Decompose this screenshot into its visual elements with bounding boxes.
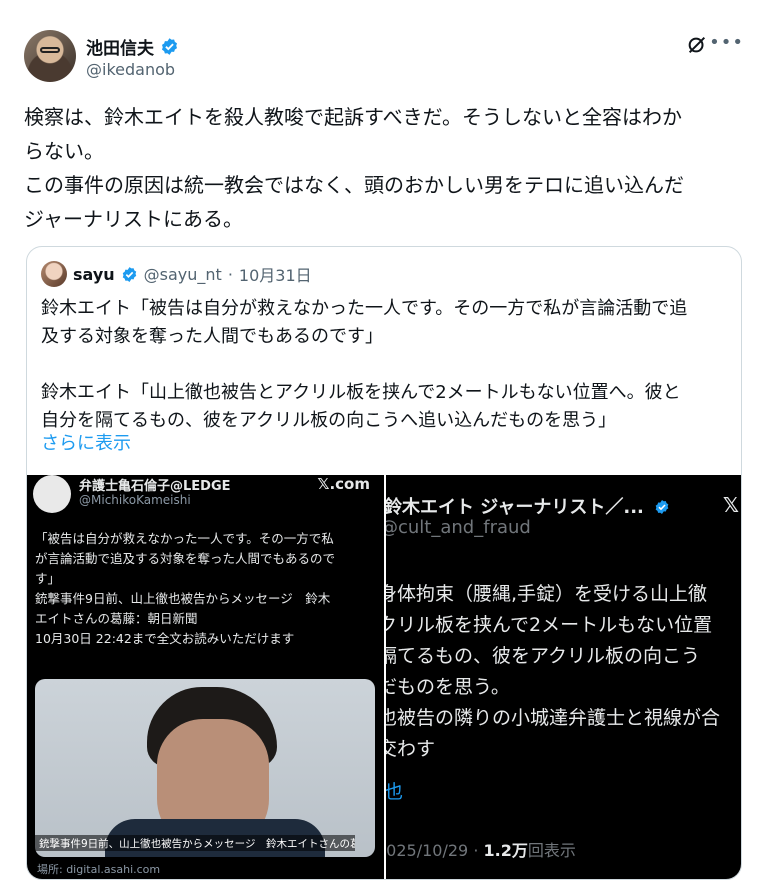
tweet-line: 検察は、鈴木エイトを殺人教唆で起訴すべきだ。そうしないと全容はわか	[24, 105, 682, 129]
embedded-line: 10月30日 22:42まで全文お読みいただけます	[35, 631, 295, 646]
x-logo-icon: 𝕏	[722, 493, 739, 517]
media-image-right[interactable]: 鈴木エイト ジャーナリスト／... @cult_and_fraud 𝕏 身体拘束…	[386, 475, 741, 879]
embedded-line: が言論活動で追及する対象を奪った人間でもあるので	[35, 551, 336, 566]
views-label: 回表示	[527, 841, 576, 860]
quote-avatar[interactable]	[41, 261, 67, 287]
author-handle[interactable]: @ikedanob	[86, 60, 175, 79]
embedded-author-handle: @cult_and_fraud	[386, 517, 531, 538]
quote-header: sayu @sayu_nt · 10月31日	[41, 261, 312, 287]
tweet-line: らない。	[24, 139, 104, 163]
embedded-link: 也	[386, 777, 403, 804]
views-count: 1.2万	[483, 841, 528, 860]
quote-line: 鈴木エイト「被告は自分が救えなかった一人です。その一方で私が言論活動で追	[41, 298, 688, 319]
quoted-tweet[interactable]: sayu @sayu_nt · 10月31日 鈴木エイト「被告は自分が救えなかっ…	[26, 246, 742, 880]
media-image-left[interactable]: 弁護士亀石倫子@LEDGE @MichikoKameishi 𝕏.com 「被告…	[27, 475, 384, 879]
quote-author-name[interactable]: sayu	[73, 265, 115, 284]
embedded-line: 交わす	[386, 738, 436, 760]
verified-badge-icon	[655, 500, 669, 514]
link-source: 場所: digital.asahi.com	[37, 863, 161, 876]
tweet-line: この事件の原因は統一教会ではなく、頭のおかしい男をテロに追い込んだ	[24, 173, 684, 197]
author-display-name[interactable]: 池田信夫	[86, 34, 154, 59]
photo-caption: 銃撃事件9日前、山上徹也被告からメッセージ 鈴木エイトさんの葛藤…	[35, 835, 355, 851]
embedded-author-handle: @MichikoKameishi	[79, 493, 191, 507]
embedded-line: クリル板を挟んで2メートルもない位置	[386, 614, 713, 636]
verified-badge-icon	[122, 266, 136, 282]
embedded-meta: 2025/10/29 · 1.2万回表示	[386, 837, 576, 861]
quote-author-handle[interactable]: @sayu_nt	[144, 265, 222, 284]
quote-line: 及する対象を奪った人間でもあるのです」	[41, 326, 383, 347]
author-name-row: 池田信夫	[86, 34, 179, 59]
embedded-line: 也被告の隣りの小城達弁護士と視線が合	[386, 707, 721, 729]
embedded-line: エイトさんの葛藤：朝日新聞	[35, 611, 198, 626]
grok-icon[interactable]	[686, 34, 708, 56]
author-avatar[interactable]	[24, 30, 76, 82]
more-icon[interactable]: •••	[709, 32, 744, 53]
embedded-author-name-text: 鈴木エイト ジャーナリスト／...	[386, 497, 644, 518]
embedded-line: す」	[35, 571, 61, 586]
embedded-tweet-text: 身体拘束（腰縄,手錠）を受ける山上徹 クリル板を挟んで2メートルもない位置 隔て…	[386, 579, 741, 765]
embedded-date: 2025/10/29	[386, 841, 469, 860]
quote-text: 鈴木エイト「被告は自分が救えなかった一人です。その一方で私が言論活動で追 及する…	[41, 295, 731, 435]
embedded-line: 隔てるもの、彼をアクリル板の向こう	[386, 645, 701, 667]
embedded-avatar	[33, 475, 71, 513]
embedded-author-name: 弁護士亀石倫子@LEDGE	[79, 479, 231, 494]
quote-line: 鈴木エイト「山上徹也被告とアクリル板を挟んで2メートルもない位置へ。彼と	[41, 382, 681, 403]
verified-badge-icon	[161, 38, 178, 55]
show-more-link[interactable]: さらに表示	[41, 429, 131, 455]
embedded-tweet-header: 弁護士亀石倫子@LEDGE @MichikoKameishi 𝕏.com	[33, 475, 378, 515]
news-photo	[35, 679, 375, 857]
separator-dot: ·	[473, 841, 479, 860]
quote-line: 自分を隔てるもの、彼をアクリル板の向こうへ追い込んだものを思う」	[41, 410, 617, 431]
tweet-line: ジャーナリストにある。	[24, 207, 243, 231]
embedded-line: だものを思う。	[386, 676, 510, 698]
embedded-author-name: 鈴木エイト ジャーナリスト／...	[386, 493, 670, 519]
quote-date[interactable]: 10月31日	[239, 262, 312, 286]
tweet-header: 池田信夫 @ikedanob •••	[24, 30, 758, 84]
x-logo-icon: 𝕏.com	[317, 475, 370, 493]
embedded-line: 銃撃事件9日前、山上徹也被告からメッセージ 鈴木	[35, 591, 331, 606]
tweet-text: 検察は、鈴木エイトを殺人教唆で起訴すべきだ。そうしないと全容はわか らない。 こ…	[24, 100, 754, 236]
embedded-tweet-text: 「被告は自分が救えなかった一人です。その一方で私 が言論活動で追及する対象を奪っ…	[35, 529, 379, 649]
embedded-line: 「被告は自分が救えなかった一人です。その一方で私	[35, 531, 334, 546]
separator-dot: ·	[227, 264, 233, 284]
embedded-line: 身体拘束（腰縄,手錠）を受ける山上徹	[386, 583, 708, 605]
